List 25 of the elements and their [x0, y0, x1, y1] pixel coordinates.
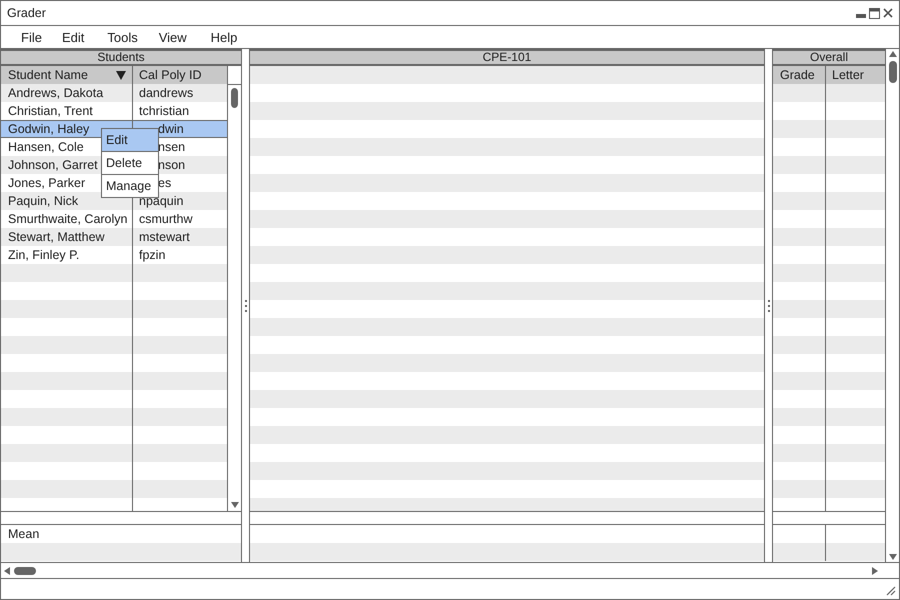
table-cell: fpzin [139, 248, 166, 262]
group-header: Students [1, 51, 241, 66]
table-cell: nson [158, 158, 186, 172]
table-cell: Mean [8, 527, 40, 541]
table-cell: dwin [158, 122, 184, 136]
table-cell: tchristian [139, 104, 190, 118]
table-cell: Jones, Parker [8, 176, 86, 190]
table-cell: Hansen, Cole [8, 140, 84, 154]
table-cell: Paquin, Nick [8, 194, 78, 208]
table-cell: Zin, Finley P. [8, 248, 80, 262]
table-cell: csmurthw [139, 212, 192, 226]
group-header: Overall [773, 51, 885, 66]
table-cell: dandrews [139, 86, 194, 100]
table-cell: nsen [158, 140, 186, 154]
table-cell: Andrews, Dakota [8, 86, 104, 100]
table-cell: Christian, Trent [8, 104, 93, 118]
table-cell: mstewart [139, 230, 190, 244]
table-cell: Johnson, Garret [8, 158, 98, 172]
table-cell: npaquin [139, 194, 184, 208]
group-header: CPE-101 [250, 51, 764, 66]
window-title: Grader [7, 6, 46, 20]
table-cell: Stewart, Matthew [8, 230, 105, 244]
table-cell: es [158, 176, 172, 190]
table-cell: Smurthwaite, Carolyn [8, 212, 128, 226]
table-cell: Godwin, Haley [8, 122, 90, 136]
